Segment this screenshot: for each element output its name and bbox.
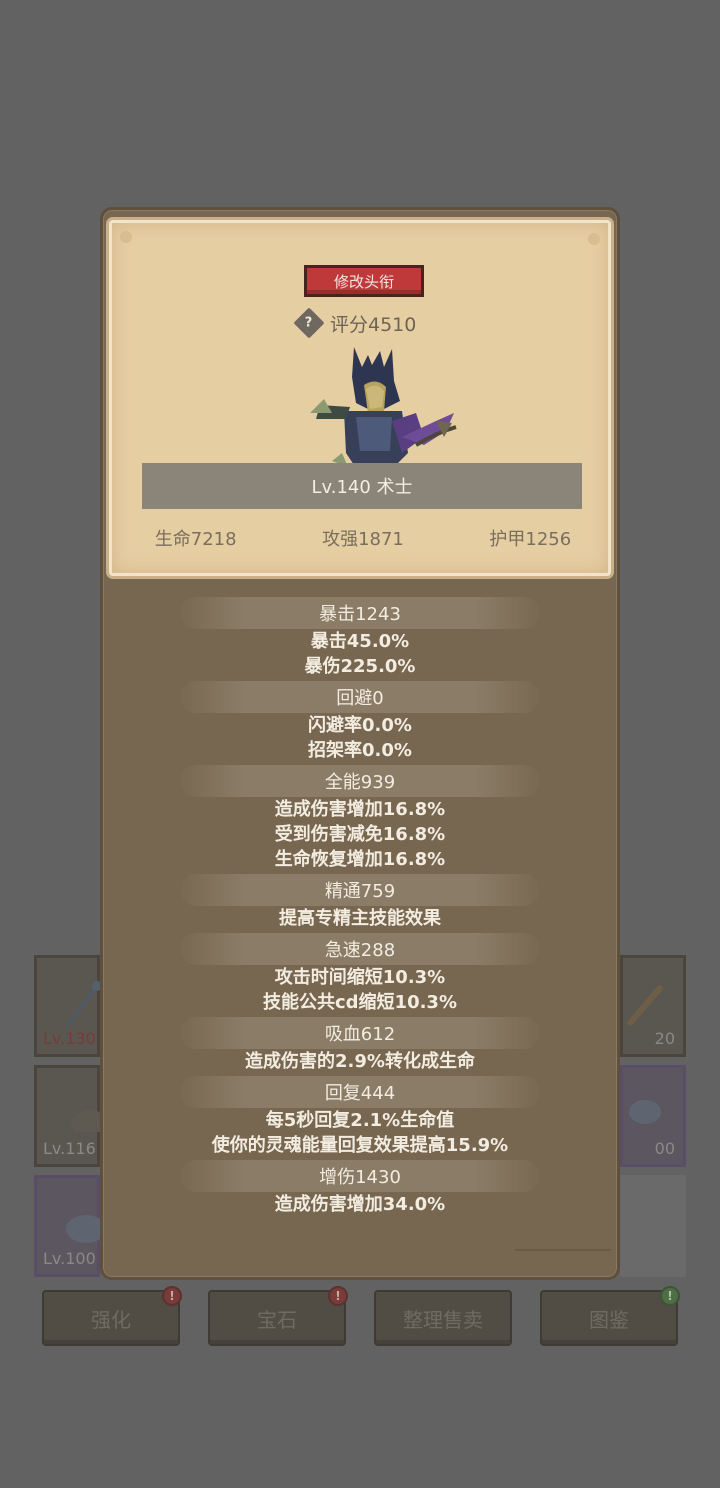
armor-stat: 护甲1256 xyxy=(489,529,572,550)
gem-label: 宝石 xyxy=(257,1307,297,1332)
stat-detail-line: 造成伤害增加16.8% xyxy=(274,799,446,820)
stat-group-header: 吸血612 xyxy=(180,1017,540,1049)
gem-button[interactable]: 宝石 ! xyxy=(208,1286,348,1346)
help-icon[interactable]: ? xyxy=(293,307,325,339)
stat-detail-line: 技能公共cd缩短10.3% xyxy=(262,992,457,1013)
codex-button[interactable]: 图鉴 ! xyxy=(540,1286,680,1346)
sort-sell-button[interactable]: 整理售卖 xyxy=(374,1290,512,1346)
stat-detail-line: 造成伤害增加34.0% xyxy=(274,1194,446,1215)
warlock-character-icon xyxy=(310,347,457,471)
stat-group-header: 暴击1243 xyxy=(180,597,540,629)
stat-detail-line: 暴伤225.0% xyxy=(304,656,416,677)
stat-detail-line: 每5秒回复2.1%生命值 xyxy=(265,1110,455,1131)
stat-group-header: 增伤1430 xyxy=(180,1160,540,1192)
equipment-slot-shoulder[interactable]: 00 xyxy=(620,1065,686,1167)
equipment-slot-offhand[interactable]: 20 xyxy=(620,955,686,1057)
equipment-slot-helmet[interactable]: Lv.116 xyxy=(34,1065,110,1167)
codex-label: 图鉴 xyxy=(589,1307,629,1332)
divider xyxy=(515,1249,611,1251)
stat-detail-line: 使你的灵魂能量回复效果提高15.9% xyxy=(211,1135,509,1156)
stat-detail-line: 招架率0.0% xyxy=(308,740,412,761)
equipment-slot-armor[interactable]: Lv.100 xyxy=(34,1175,106,1277)
secondary-stats-list: 暴击1243 暴击45.0% 暴伤225.0% 回避0 闪避率0.0% 招架率0.0% 全能… xyxy=(103,595,617,1217)
alert-badge-icon: ! xyxy=(660,1286,680,1306)
slot-level: 20 xyxy=(654,1029,675,1048)
stat-group-header: 急速288 xyxy=(180,933,540,965)
main-stats-row: 生命7218 攻强1871 护甲1256 xyxy=(112,525,614,551)
character-stats-popup: 修改头衔 ? 评分4510 Lv.140 术士 生命7218 攻强1871 护甲… xyxy=(100,207,620,1280)
health-stat: 生命7218 xyxy=(154,529,237,550)
card-corner-decoration xyxy=(588,233,600,245)
alert-badge-icon: ! xyxy=(328,1286,348,1306)
character-card: 修改头衔 ? 评分4510 Lv.140 术士 生命7218 攻强1871 护甲… xyxy=(109,220,611,576)
slot-level: 00 xyxy=(654,1139,675,1158)
attack-power-stat: 攻强1871 xyxy=(322,529,404,550)
stat-group-header: 回避0 xyxy=(180,681,540,713)
alert-badge-icon: ! xyxy=(162,1286,182,1306)
stat-group-header: 回复444 xyxy=(180,1076,540,1108)
score-text: 评分4510 xyxy=(330,313,417,336)
equipment-slot-weapon[interactable]: Lv.130 xyxy=(34,955,102,1057)
card-corner-decoration xyxy=(120,231,132,243)
enhance-label: 强化 xyxy=(91,1307,131,1332)
change-title-button[interactable]: 修改头衔 xyxy=(304,265,424,297)
stat-detail-line: 受到伤害减免16.8% xyxy=(274,824,446,845)
slot-level: Lv.116 xyxy=(43,1139,96,1158)
stat-detail-line: 闪避率0.0% xyxy=(308,715,412,736)
enhance-button[interactable]: 强化 ! xyxy=(42,1286,182,1346)
stat-detail-line: 造成伤害的2.9%转化成生命 xyxy=(245,1051,475,1072)
stat-group-header: 精通759 xyxy=(180,874,540,906)
equipment-slot-empty[interactable] xyxy=(620,1175,686,1277)
slot-level: Lv.100 xyxy=(43,1249,96,1268)
score-row: ? 评分4510 xyxy=(293,307,417,339)
stat-group-header: 全能939 xyxy=(180,765,540,797)
shoulder-icon xyxy=(629,1100,661,1124)
sort-sell-label: 整理售卖 xyxy=(403,1307,483,1332)
stat-detail-line: 提高专精主技能效果 xyxy=(279,908,441,929)
level-class-bar: Lv.140 术士 xyxy=(142,463,582,509)
slot-level: Lv.130 xyxy=(43,1029,96,1048)
stat-detail-line: 攻击时间缩短10.3% xyxy=(274,967,446,988)
stat-detail-line: 生命恢复增加16.8% xyxy=(274,849,446,870)
stat-detail-line: 暴击45.0% xyxy=(310,631,410,652)
